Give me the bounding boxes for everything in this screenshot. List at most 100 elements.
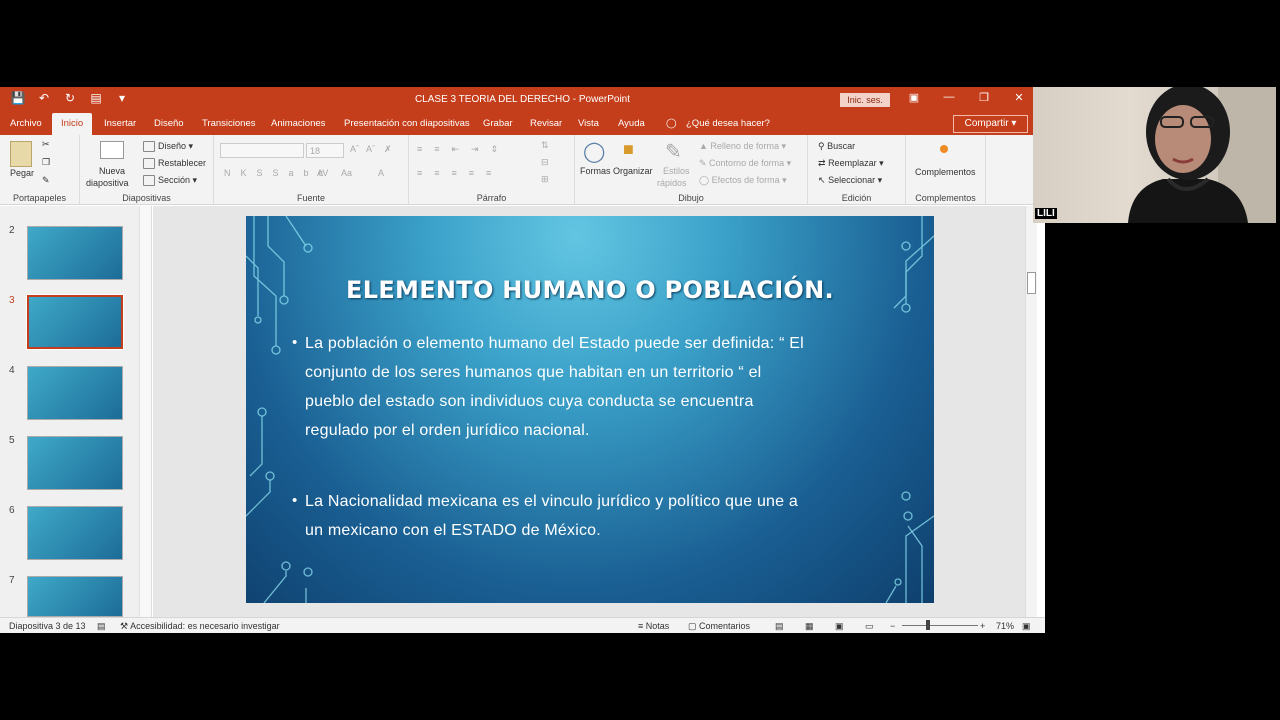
char-spacing-icon[interactable]: AV	[317, 168, 328, 178]
smartart-icon[interactable]: ⊞	[541, 174, 549, 185]
addins-button[interactable]: Complementos	[915, 167, 976, 177]
thumbnail-slide-7[interactable]	[27, 576, 123, 617]
minimize-icon[interactable]: —	[939, 91, 959, 103]
text-direction-icon[interactable]: ⇅	[541, 140, 549, 151]
tab-presentacion[interactable]: Presentación con diapositivas	[344, 118, 470, 129]
find-button[interactable]: ⚲ Buscar	[818, 141, 855, 152]
thumbnails-scrollbar[interactable]	[139, 206, 151, 617]
webcam-person	[1128, 87, 1276, 223]
tab-archivo[interactable]: Archivo	[10, 118, 42, 129]
thumb-number: 4	[9, 365, 15, 376]
zoom-level[interactable]: 71%	[996, 621, 1014, 631]
restore-icon[interactable]: ❐	[974, 91, 994, 104]
thumbnail-slide-4[interactable]	[27, 366, 123, 420]
tab-revisar[interactable]: Revisar	[530, 118, 562, 129]
quick-styles-label-2[interactable]: rápidos	[657, 178, 687, 188]
font-size-input[interactable]: 18	[306, 143, 344, 158]
align-text-icon[interactable]: ⊟	[541, 157, 549, 168]
spellcheck-icon[interactable]: ▤	[97, 621, 106, 632]
layout-icon	[143, 141, 155, 153]
replace-icon: ⇄	[818, 158, 826, 168]
share-button[interactable]: Compartir ▾	[953, 115, 1028, 133]
tab-vista[interactable]: Vista	[578, 118, 599, 129]
new-slide-label-2[interactable]: diapositiva	[86, 178, 129, 188]
list-buttons[interactable]: ≡≡⇤⇥⇕	[417, 144, 510, 155]
paste-icon[interactable]	[10, 141, 32, 167]
tab-diseno[interactable]: Diseño	[154, 118, 184, 129]
sign-in-button[interactable]: Inic. ses.	[840, 93, 890, 107]
shapes-icon[interactable]: ◯	[583, 139, 605, 164]
paste-button[interactable]: Pegar	[10, 168, 34, 178]
reset-button[interactable]: Restablecer	[143, 158, 206, 170]
zoom-slider[interactable]	[902, 625, 978, 626]
group-font: 18 Aˆ Aˇ ✗ NKSSabc AV Aa A Fuente	[214, 135, 409, 205]
select-button[interactable]: ↖ Seleccionar ▾	[818, 175, 882, 186]
new-slide-button[interactable]: Nueva	[99, 166, 125, 176]
thumbnail-slide-2[interactable]	[27, 226, 123, 280]
bullet-dot: •	[292, 492, 298, 509]
slide-counter: Diapositiva 3 de 13	[9, 621, 86, 631]
close-icon[interactable]: ✕	[1009, 91, 1029, 104]
accessibility-label: Accesibilidad: es necesario investigar	[130, 621, 280, 631]
zoom-slider-thumb[interactable]	[926, 620, 930, 630]
slideshow-icon[interactable]: ▭	[865, 621, 874, 632]
alignment-buttons[interactable]: ≡≡≡≡≡	[417, 168, 503, 178]
powerpoint-window: 💾 ↶ ↻ ▤ ▾ CLASE 3 TEORIA DEL DERECHO - P…	[0, 87, 1045, 633]
accessibility-status[interactable]: ⚒ Accesibilidad: es necesario investigar	[120, 621, 280, 632]
shape-outline-button[interactable]: ✎ Contorno de forma ▾	[699, 158, 791, 169]
arrange-icon[interactable]: ■	[623, 139, 634, 160]
thumbnail-slide-5[interactable]	[27, 436, 123, 490]
comments-label: Comentarios	[699, 621, 751, 631]
font-color-icon[interactable]: A	[378, 168, 384, 178]
thumb-number: 3	[9, 295, 15, 306]
tab-ayuda[interactable]: Ayuda	[618, 118, 645, 129]
tab-inicio[interactable]: Inicio	[52, 113, 93, 135]
tab-grabar[interactable]: Grabar	[483, 118, 513, 129]
layout-button[interactable]: Diseño ▾	[143, 141, 193, 153]
shape-effects-button[interactable]: ◯ Efectos de forma ▾	[699, 175, 787, 186]
thumb-number: 5	[9, 435, 15, 446]
tab-insertar[interactable]: Insertar	[104, 118, 136, 129]
group-label-drawing: Dibujo	[678, 193, 704, 203]
shapes-button[interactable]: Formas	[580, 166, 611, 176]
thumbnail-slide-3[interactable]	[26, 294, 124, 350]
comments-button[interactable]: ▢ Comentarios	[688, 621, 750, 632]
shape-fill-button[interactable]: ▲ Relleno de forma ▾	[699, 141, 786, 152]
quick-styles-icon[interactable]: ✎	[665, 139, 682, 164]
slide-sorter-icon[interactable]: ▦	[805, 621, 814, 632]
change-case-icon[interactable]: Aa	[341, 168, 352, 178]
font-shrink-icon[interactable]: Aˇ	[366, 144, 375, 154]
clear-format-icon[interactable]: ✗	[384, 144, 392, 155]
tell-me-search[interactable]: ¿Qué desea hacer?	[686, 118, 770, 129]
slide-3[interactable]: ELEMENTO HUMANO O POBLACIÓN. • La poblac…	[246, 216, 934, 603]
normal-view-icon[interactable]: ▤	[775, 621, 784, 632]
title-bar: 💾 ↶ ↻ ▤ ▾ CLASE 3 TEORIA DEL DERECHO - P…	[0, 87, 1045, 113]
slide-scrollbar[interactable]	[1025, 206, 1037, 617]
quick-styles-button[interactable]: Estilos	[663, 166, 690, 176]
font-name-input[interactable]	[220, 143, 304, 158]
replace-button[interactable]: ⇄ Reemplazar ▾	[818, 158, 884, 169]
section-button[interactable]: Sección ▾	[143, 175, 197, 187]
arrange-button[interactable]: Organizar	[613, 166, 653, 176]
tab-transiciones[interactable]: Transiciones	[202, 118, 256, 129]
cut-icon[interactable]: ✂	[42, 139, 50, 150]
ribbon-display-icon[interactable]: ▣	[904, 91, 924, 104]
zoom-out-icon[interactable]: −	[890, 621, 895, 631]
scrollbar-thumb[interactable]	[1027, 272, 1036, 294]
addins-icon[interactable]	[940, 145, 948, 153]
tab-animaciones[interactable]: Animaciones	[271, 118, 325, 129]
fit-slide-icon[interactable]: ▣	[1022, 621, 1031, 632]
font-grow-icon[interactable]: Aˆ	[350, 144, 359, 154]
new-slide-icon[interactable]	[100, 141, 124, 159]
reading-view-icon[interactable]: ▣	[835, 621, 844, 632]
bullet-1[interactable]: • La población o elemento humano del Est…	[292, 329, 865, 445]
notes-button[interactable]: ≡ Notas	[638, 621, 669, 631]
bullet-2[interactable]: • La Nacionalidad mexicana es el vinculo…	[292, 487, 865, 545]
thumbnail-slide-6[interactable]	[27, 506, 123, 560]
slide-title[interactable]: ELEMENTO HUMANO O POBLACIÓN.	[246, 276, 934, 304]
zoom-in-icon[interactable]: +	[980, 621, 985, 631]
shape-effects-label: Efectos de forma	[711, 175, 780, 185]
copy-icon[interactable]: ❐	[42, 157, 50, 168]
format-painter-icon[interactable]: ✎	[42, 175, 50, 186]
group-clipboard: Pegar ✂ ❐ ✎ Portapapeles	[0, 135, 80, 205]
